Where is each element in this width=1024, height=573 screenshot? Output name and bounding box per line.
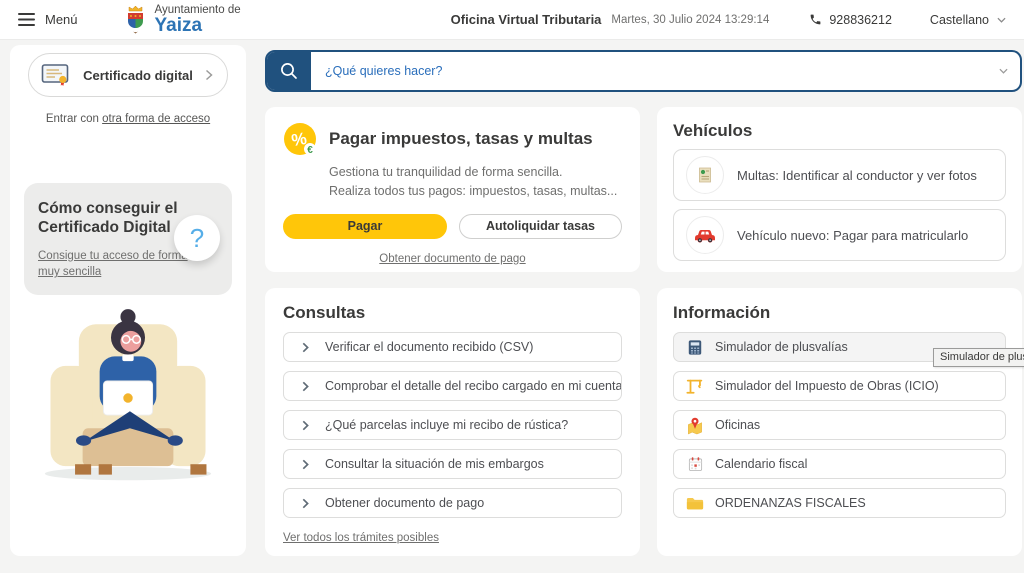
- informacion-title: Información: [673, 303, 1006, 323]
- chevron-right-icon: [296, 381, 314, 392]
- info-item-label: Oficinas: [715, 418, 760, 432]
- payment-document-link[interactable]: Obtener documento de pago: [283, 253, 622, 265]
- search-bar: [265, 50, 1022, 92]
- see-all-tramites-link[interactable]: Ver todos los trámites posibles: [283, 532, 439, 544]
- folder-icon: [686, 496, 704, 511]
- help-box-link[interactable]: Consigue tu acceso de forma muy sencilla: [38, 248, 190, 281]
- coat-of-arms-icon: [124, 5, 147, 35]
- self-assess-button[interactable]: Autoliquidar tasas: [459, 214, 622, 239]
- info-item-label: ORDENANZAS FISCALES: [715, 496, 866, 510]
- consulta-item-label: Consultar la situación de mis embargos: [325, 457, 544, 471]
- language-selector[interactable]: Castellano: [930, 13, 1006, 27]
- certificate-help-box: Cómo conseguir el Certificado Digital Co…: [24, 183, 232, 295]
- search-button[interactable]: [267, 52, 311, 90]
- calculator-icon: [686, 339, 704, 356]
- consulta-item-label: Obtener documento de pago: [325, 496, 484, 510]
- info-item-oficinas[interactable]: Oficinas: [673, 410, 1006, 440]
- language-label: Castellano: [930, 13, 989, 27]
- vehicles-card: Vehículos Multas: Identificar al conduct…: [657, 107, 1022, 272]
- chevron-right-icon: [296, 459, 314, 470]
- vehicles-item-nuevo[interactable]: Vehículo nuevo: Pagar para matricularlo: [673, 209, 1006, 261]
- logo[interactable]: Ayuntamiento de Yaiza: [124, 4, 241, 36]
- car-icon: [686, 216, 724, 254]
- chevron-down-icon: [999, 68, 1008, 74]
- consulta-item-embargos[interactable]: Consultar la situación de mis embargos: [283, 449, 622, 479]
- calendar-icon: [686, 456, 704, 472]
- vehicles-item-multas[interactable]: Multas: Identificar al conductor y ver f…: [673, 149, 1006, 201]
- logo-text: Ayuntamiento de Yaiza: [155, 4, 241, 36]
- info-item-ordenanzas[interactable]: ORDENANZAS FISCALES: [673, 488, 1006, 518]
- help-question-icon[interactable]: ?: [174, 215, 220, 261]
- help-box-title: Cómo conseguir el Certificado Digital: [38, 199, 180, 238]
- info-item-label: Simulador de plusvalías: [715, 340, 848, 354]
- chevron-down-icon: [997, 17, 1006, 23]
- certificate-button-label: Certificado digital: [79, 68, 197, 83]
- org-name: Yaiza: [155, 16, 241, 36]
- alt-login-link[interactable]: otra forma de acceso: [102, 113, 210, 125]
- pay-card-title: Pagar impuestos, tasas y multas: [329, 129, 593, 149]
- search-input[interactable]: [311, 52, 986, 90]
- percent-coin-icon: % €: [283, 122, 317, 156]
- search-dropdown-toggle[interactable]: [986, 52, 1020, 90]
- consulta-item-label: Comprobar el detalle del recibo cargado …: [325, 379, 622, 393]
- pay-button[interactable]: Pagar: [283, 214, 447, 239]
- alt-login-prefix: Entrar con: [46, 113, 102, 125]
- consultas-card: Consultas Verificar el documento recibid…: [265, 288, 640, 556]
- phone-icon: [809, 13, 822, 26]
- chevron-right-icon: [296, 342, 314, 353]
- datetime: Martes, 30 Julio 2024 13:29:14: [611, 14, 769, 26]
- pay-card-description: Gestiona tu tranquilidad de forma sencil…: [329, 163, 622, 201]
- vehicles-title: Vehículos: [673, 121, 1006, 141]
- vehicles-item-label: Vehículo nuevo: Pagar para matricularlo: [737, 228, 968, 243]
- phone-number: 928836212: [829, 13, 892, 27]
- chevron-right-icon: [205, 69, 213, 81]
- consulta-item-rustica[interactable]: ¿Qué parcelas incluye mi recibo de rústi…: [283, 410, 622, 440]
- alternative-login: Entrar con otra forma de acceso: [24, 113, 232, 125]
- chevron-right-icon: [296, 420, 314, 431]
- certificate-icon: [41, 63, 71, 87]
- vehicles-item-label: Multas: Identificar al conductor y ver f…: [737, 168, 977, 183]
- crane-icon: [686, 377, 704, 395]
- consulta-item-csv[interactable]: Verificar el documento recibido (CSV): [283, 332, 622, 362]
- office-title: Oficina Virtual Tributaria: [451, 12, 602, 27]
- consultas-title: Consultas: [283, 303, 622, 323]
- top-header: Menú Ayuntamiento de Yaiza Oficina Virtu…: [0, 0, 1024, 40]
- digital-certificate-button[interactable]: Certificado digital: [28, 53, 228, 97]
- svg-text:€: €: [307, 145, 313, 156]
- search-icon: [279, 61, 299, 81]
- menu-button[interactable]: Menú: [18, 12, 78, 27]
- page: Menú Ayuntamiento de Yaiza Oficina Virtu…: [0, 0, 1024, 573]
- person-laptop-illustration: [24, 295, 232, 485]
- tooltip: Simulador de plusvalías: [933, 348, 1024, 367]
- informacion-card: Información Simulador: [657, 288, 1022, 556]
- chevron-right-icon: [296, 498, 314, 509]
- info-item-label: Calendario fiscal: [715, 457, 807, 471]
- consulta-item-recibo[interactable]: Comprobar el detalle del recibo cargado …: [283, 371, 622, 401]
- pay-desc-line1: Gestiona tu tranquilidad de forma sencil…: [329, 163, 622, 182]
- header-right: Oficina Virtual Tributaria Martes, 30 Ju…: [451, 12, 1006, 27]
- phone-block: 928836212: [809, 13, 892, 27]
- menu-label: Menú: [45, 12, 78, 27]
- info-item-calendario[interactable]: Calendario fiscal: [673, 449, 1006, 479]
- fine-document-icon: [686, 156, 724, 194]
- info-item-label: Simulador del Impuesto de Obras (ICIO): [715, 379, 939, 393]
- consulta-item-documento-pago[interactable]: Obtener documento de pago: [283, 488, 622, 518]
- consulta-item-label: Verificar el documento recibido (CSV): [325, 340, 533, 354]
- pay-card: % € Pagar impuestos, tasas y multas Gest…: [265, 107, 640, 272]
- map-pin-icon: [686, 416, 704, 435]
- pay-desc-line2: Realiza todos tus pagos: impuestos, tasa…: [329, 182, 622, 201]
- info-item-icio[interactable]: Simulador del Impuesto de Obras (ICIO): [673, 371, 1006, 401]
- main-content: % € Pagar impuestos, tasas y multas Gest…: [265, 50, 1022, 556]
- org-prefix: Ayuntamiento de: [155, 4, 241, 16]
- login-sidebar: Certificado digital Entrar con otra form…: [10, 45, 246, 556]
- consulta-item-label: ¿Qué parcelas incluye mi recibo de rústi…: [325, 418, 568, 432]
- hamburger-icon: [18, 13, 35, 26]
